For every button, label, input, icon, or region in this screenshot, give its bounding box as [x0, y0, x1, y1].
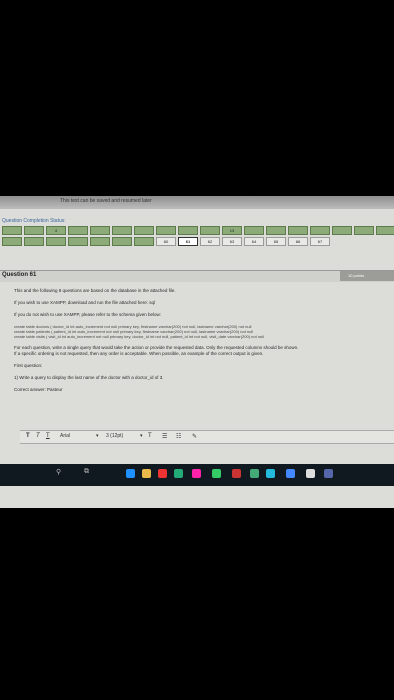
question-cell[interactable]	[68, 237, 88, 246]
chevron-down-icon[interactable]: ▾	[140, 433, 143, 439]
task-view-icon[interactable]: ⧉	[84, 468, 89, 476]
question-cell[interactable]	[2, 226, 22, 235]
question-cell[interactable]	[156, 226, 176, 235]
banner-text: This test can be saved and resumed later	[60, 198, 152, 204]
format-icon[interactable]: ✎	[192, 433, 197, 440]
points-badge: 10 points	[340, 271, 394, 281]
text-color-icon[interactable]: T	[148, 433, 152, 439]
question-cell[interactable]	[332, 226, 352, 235]
question-cell[interactable]	[90, 226, 110, 235]
question-cell[interactable]	[134, 226, 154, 235]
question-cell[interactable]	[376, 226, 394, 235]
question-body: This and the following 8 questions are b…	[14, 288, 390, 393]
underline-button[interactable]: T	[46, 433, 50, 439]
app-icon-3[interactable]	[192, 469, 201, 478]
question-cell[interactable]	[112, 237, 132, 246]
browser-screen: This test can be saved and resumed later…	[0, 196, 394, 508]
question-cell[interactable]	[112, 226, 132, 235]
question-cell[interactable]	[24, 226, 44, 235]
question-cell[interactable]	[244, 226, 264, 235]
question-cell[interactable]: 63	[222, 237, 242, 246]
app-icon-10[interactable]	[324, 469, 333, 478]
chevron-down-icon[interactable]: ▾	[96, 433, 99, 439]
question-cell[interactable]	[134, 237, 154, 246]
question-cell[interactable]	[178, 226, 198, 235]
font-select[interactable]: Arial	[60, 433, 70, 439]
save-banner: This test can be saved and resumed later	[0, 196, 394, 209]
app-icon-7[interactable]	[266, 469, 275, 478]
app-icon-6[interactable]	[250, 469, 259, 478]
question-cell[interactable]: 65	[266, 237, 286, 246]
italic-button[interactable]: T	[36, 433, 40, 439]
question-cell[interactable]: 13	[222, 226, 242, 235]
numbered-list-icon[interactable]: ☷	[176, 433, 181, 440]
question-cell[interactable]	[310, 226, 330, 235]
question-cell[interactable]: 61	[178, 237, 198, 246]
app-icon[interactable]	[158, 469, 167, 478]
question-cell[interactable]	[90, 237, 110, 246]
app-icon-8[interactable]	[286, 469, 295, 478]
question-cell[interactable]	[46, 237, 66, 246]
app-icon-2[interactable]	[174, 469, 183, 478]
question-cell[interactable]: 64	[244, 237, 264, 246]
question-cell[interactable]	[200, 226, 220, 235]
question-cell[interactable]	[68, 226, 88, 235]
search-icon[interactable]: ⚲	[56, 468, 61, 476]
question-cell[interactable]: 67	[310, 237, 330, 246]
size-select[interactable]: 3 (12pt)	[106, 433, 123, 439]
question-cell[interactable]: 4	[46, 226, 66, 235]
list-icon[interactable]: ☰	[162, 433, 167, 440]
taskbar: ⚲ ⧉	[0, 464, 394, 486]
editor-toolbar: T T T Arial ▾ 3 (12pt) ▾ T ☰ ☷ ✎	[20, 430, 394, 444]
app-icon-9[interactable]	[306, 469, 315, 478]
bold-button[interactable]: T	[26, 433, 30, 439]
question-cell[interactable]	[266, 226, 286, 235]
question-cell[interactable]: 62	[200, 237, 220, 246]
edge-icon[interactable]	[126, 469, 135, 478]
question-title: Question 61	[2, 272, 37, 278]
question-cell[interactable]: 66	[288, 237, 308, 246]
question-header: Question 61 10 points	[0, 270, 394, 282]
question-grid: 4 13 60 61 62 63 64 65 66 67	[0, 226, 394, 260]
correct-answer: Correct answer: Pasteur	[14, 387, 63, 392]
folder-icon[interactable]	[142, 469, 151, 478]
app-icon-4[interactable]	[212, 469, 221, 478]
question-cell[interactable]	[354, 226, 374, 235]
question-cell[interactable]	[24, 237, 44, 246]
question-cell[interactable]	[2, 237, 22, 246]
question-cell[interactable]: 60	[156, 237, 176, 246]
app-icon-5[interactable]	[232, 469, 241, 478]
completion-status-label[interactable]: Question Completion Status:	[2, 218, 66, 224]
question-cell[interactable]	[288, 226, 308, 235]
